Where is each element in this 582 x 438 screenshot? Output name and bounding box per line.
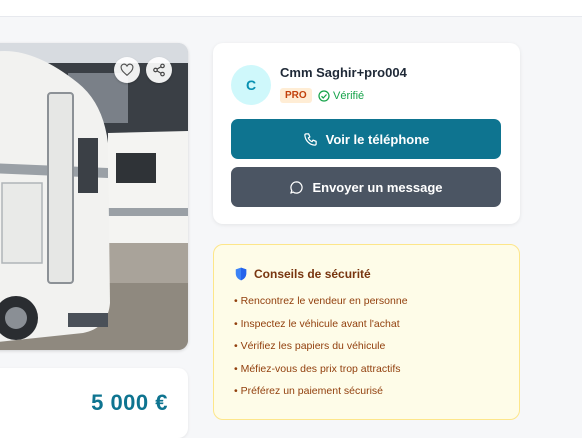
seller-name[interactable]: Cmm Saghir+pro004 bbox=[280, 65, 407, 80]
verified-status: Vérifié bbox=[318, 90, 364, 102]
avatar: C bbox=[231, 65, 271, 105]
verified-label: Vérifié bbox=[333, 90, 365, 102]
safety-tips-list: Rencontrez le vendeur en personne Inspec… bbox=[234, 293, 408, 406]
price-card: 5 000 € bbox=[0, 368, 188, 438]
send-message-button[interactable]: Envoyer un message bbox=[231, 167, 501, 207]
caravan-photo bbox=[0, 43, 188, 350]
show-phone-label: Voir le téléphone bbox=[325, 131, 430, 147]
heart-icon bbox=[120, 63, 134, 77]
safety-tip: Vérifiez les papiers du véhicule bbox=[234, 338, 408, 361]
message-icon bbox=[290, 180, 304, 194]
safety-title-text: Conseils de sécurité bbox=[254, 267, 371, 281]
check-circle-icon bbox=[318, 90, 330, 102]
price: 5 000 € bbox=[91, 390, 168, 415]
safety-title: Conseils de sécurité bbox=[235, 267, 371, 281]
favorite-button[interactable] bbox=[114, 57, 140, 83]
safety-tip: Rencontrez le vendeur en personne bbox=[234, 293, 408, 316]
safety-tip: Préférez un paiement sécurisé bbox=[234, 383, 408, 406]
shield-icon bbox=[235, 267, 247, 281]
safety-tips-card: Conseils de sécurité Rencontrez le vende… bbox=[213, 244, 520, 420]
top-bar bbox=[0, 0, 582, 17]
phone-icon bbox=[303, 132, 317, 146]
share-button[interactable] bbox=[146, 57, 172, 83]
seller-card: C Cmm Saghir+pro004 PRO Vérifié Voir le … bbox=[213, 43, 520, 224]
safety-tip: Méfiez-vous des prix trop attractifs bbox=[234, 361, 408, 384]
send-message-label: Envoyer un message bbox=[312, 179, 443, 195]
share-icon bbox=[153, 63, 165, 77]
listing-photo[interactable] bbox=[0, 43, 188, 350]
pro-badge: PRO bbox=[280, 88, 312, 103]
show-phone-button[interactable]: Voir le téléphone bbox=[231, 119, 501, 159]
safety-tip: Inspectez le véhicule avant l'achat bbox=[234, 316, 408, 339]
